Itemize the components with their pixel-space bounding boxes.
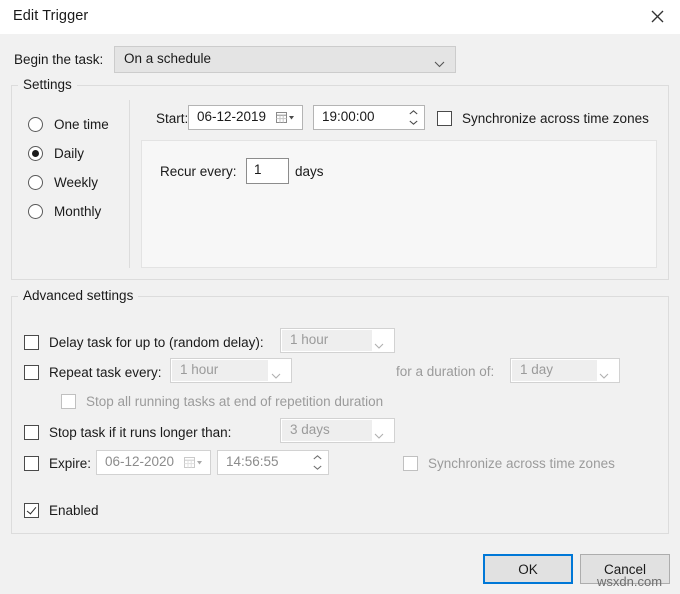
repeat-duration-select[interactable]: 1 day xyxy=(510,358,620,383)
chevron-down-icon xyxy=(374,427,384,442)
sync-timezones-bottom-checkbox[interactable]: Synchronize across time zones xyxy=(403,453,615,473)
spinner-updown-icon[interactable] xyxy=(309,452,326,473)
chevron-down-icon xyxy=(434,56,445,71)
advanced-settings-legend: Advanced settings xyxy=(18,289,138,303)
settings-divider xyxy=(129,100,130,268)
start-label: Start: xyxy=(156,111,188,126)
calendar-icon[interactable] xyxy=(276,112,294,127)
radio-weekly[interactable]: Weekly xyxy=(28,171,98,193)
repeat-task-label: Repeat task every: xyxy=(49,365,162,380)
delay-duration-select[interactable]: 1 hour xyxy=(280,328,395,353)
for-a-duration-of-label: for a duration of: xyxy=(396,364,494,379)
repeat-interval-value: 1 hour xyxy=(180,362,218,377)
ok-button[interactable]: OK xyxy=(483,554,573,584)
checkbox-mark-sync-top xyxy=(437,111,452,126)
window-title: Edit Trigger xyxy=(13,8,88,24)
stop-task-duration-value: 3 days xyxy=(290,422,330,437)
recurrence-panel xyxy=(141,140,657,268)
chevron-down-icon xyxy=(374,337,384,352)
start-date-input[interactable]: 06-12-2019 xyxy=(188,105,303,130)
recur-every-label: Recur every: xyxy=(160,164,237,179)
close-icon xyxy=(651,10,664,23)
radio-label-daily: Daily xyxy=(54,146,84,161)
checkbox-mark-sync-bottom xyxy=(403,456,418,471)
settings-legend: Settings xyxy=(18,78,77,92)
radio-monthly[interactable]: Monthly xyxy=(28,200,101,222)
radio-one-time[interactable]: One time xyxy=(28,113,109,135)
expire-date-input[interactable]: 06-12-2020 xyxy=(96,450,211,475)
calendar-icon[interactable] xyxy=(184,457,202,472)
radio-label-monthly: Monthly xyxy=(54,204,101,219)
recur-days-unit-label: days xyxy=(295,164,324,179)
start-date-value: 06-12-2019 xyxy=(197,109,266,124)
repeat-interval-select[interactable]: 1 hour xyxy=(170,358,292,383)
checkbox-mark-expire xyxy=(24,456,39,471)
watermark: wsxdn.com xyxy=(597,574,662,589)
spinner-updown-icon[interactable] xyxy=(405,107,422,128)
chevron-down-icon xyxy=(271,367,281,382)
enabled-checkbox[interactable]: Enabled xyxy=(24,500,99,520)
checkbox-mark-stop-long xyxy=(24,425,39,440)
radio-daily[interactable]: Daily xyxy=(28,142,84,164)
enabled-label: Enabled xyxy=(49,503,99,518)
expire-time-input[interactable]: 14:56:55 xyxy=(217,450,329,475)
expire-date-value: 06-12-2020 xyxy=(105,454,174,469)
sync-timezones-bottom-label: Synchronize across time zones xyxy=(428,456,615,471)
chevron-down-icon xyxy=(599,367,609,382)
radio-mark-daily xyxy=(28,146,43,161)
close-button[interactable] xyxy=(634,0,680,32)
expire-time-value: 14:56:55 xyxy=(226,454,279,469)
sync-timezones-top-checkbox[interactable]: Synchronize across time zones xyxy=(437,108,649,128)
begin-task-value: On a schedule xyxy=(124,51,211,66)
radio-mark-weekly xyxy=(28,175,43,190)
repeat-duration-value: 1 day xyxy=(520,362,553,377)
stop-task-if-longer-label: Stop task if it runs longer than: xyxy=(49,425,231,440)
checkbox-mark-repeat xyxy=(24,365,39,380)
checkbox-mark-delay xyxy=(24,335,39,350)
begin-task-label: Begin the task: xyxy=(14,52,103,67)
stop-all-running-tasks-checkbox[interactable]: Stop all running tasks at end of repetit… xyxy=(61,391,383,411)
checkbox-mark-enabled xyxy=(24,503,39,518)
repeat-task-checkbox[interactable]: Repeat task every: xyxy=(24,362,162,382)
radio-mark-one-time xyxy=(28,117,43,132)
title-bar: Edit Trigger xyxy=(0,0,680,34)
expire-label: Expire: xyxy=(49,456,91,471)
recur-every-input[interactable]: 1 xyxy=(246,158,289,184)
start-time-value: 19:00:00 xyxy=(322,109,375,124)
begin-task-select[interactable]: On a schedule xyxy=(114,46,456,73)
expire-checkbox[interactable]: Expire: xyxy=(24,453,91,473)
stop-task-duration-select[interactable]: 3 days xyxy=(280,418,395,443)
radio-label-weekly: Weekly xyxy=(54,175,98,190)
sync-timezones-top-label: Synchronize across time zones xyxy=(462,111,649,126)
delay-duration-value: 1 hour xyxy=(290,332,328,347)
stop-task-if-longer-checkbox[interactable]: Stop task if it runs longer than: xyxy=(24,422,231,442)
radio-mark-monthly xyxy=(28,204,43,219)
radio-label-one-time: One time xyxy=(54,117,109,132)
delay-task-checkbox[interactable]: Delay task for up to (random delay): xyxy=(24,332,264,352)
start-time-input[interactable]: 19:00:00 xyxy=(313,105,425,130)
checkbox-mark-stop-all xyxy=(61,394,76,409)
stop-all-running-tasks-label: Stop all running tasks at end of repetit… xyxy=(86,394,383,409)
recur-every-value: 1 xyxy=(254,162,262,177)
delay-task-label: Delay task for up to (random delay): xyxy=(49,335,264,350)
